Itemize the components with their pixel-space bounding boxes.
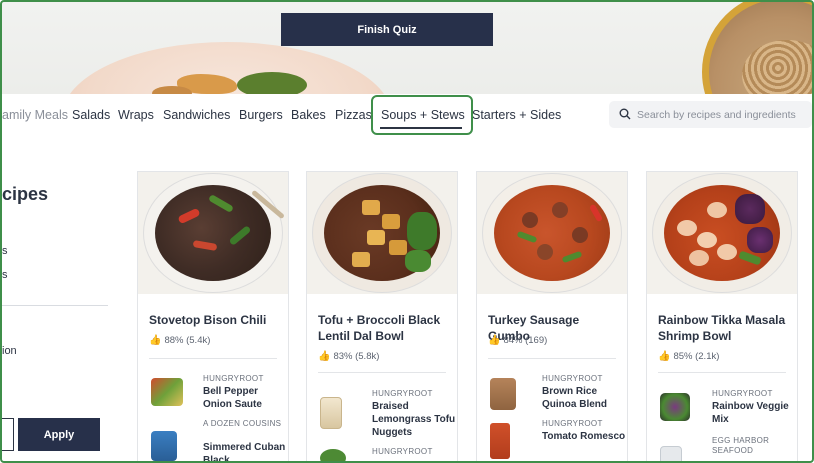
nav-item-family-meals[interactable]: amily Meals <box>2 108 68 122</box>
nav-item-bakes[interactable]: Bakes <box>291 108 326 122</box>
nav-item-starters-sides[interactable]: Starters + Sides <box>472 108 561 122</box>
recipe-image <box>647 172 797 294</box>
filter-option[interactable]: s <box>2 245 8 257</box>
hero-food-image <box>152 86 192 94</box>
nav-item-sandwiches[interactable]: Sandwiches <box>163 108 230 122</box>
nav-item-pizzas[interactable]: Pizzas <box>335 108 372 122</box>
clear-filters-button[interactable] <box>2 418 14 451</box>
thumbs-up-icon: 👍 <box>488 335 501 346</box>
recipe-rating: 👍 83% (5.8k) <box>318 351 380 362</box>
ingredient-brand: HUNGRYROOT <box>372 447 433 456</box>
ingredient-image <box>660 446 682 463</box>
ingredient-brand: HUNGRYROOT <box>542 374 603 383</box>
search-bar <box>609 101 812 128</box>
ingredient-brand: EGG HARBOR SEAFOOD <box>712 436 770 455</box>
ingredient-name: Braised Lemongrass Tofu Nuggets <box>372 401 456 438</box>
filter-panel-title: cipes <box>2 184 49 204</box>
ingredient-brand: HUNGRYROOT <box>542 419 603 428</box>
nav-item-burgers[interactable]: Burgers <box>239 108 283 122</box>
ingredient-name: Rainbow Veggie Mix <box>712 401 789 425</box>
recipe-title[interactable]: Rainbow Tikka Masala Shrimp Bowl <box>658 312 793 344</box>
recipe-card[interactable]: Tofu + Broccoli Black Lentil Dal Bowl 👍 … <box>306 171 458 463</box>
search-input[interactable] <box>637 106 807 123</box>
hero-food-image <box>237 72 307 94</box>
filter-option[interactable]: ion <box>2 345 17 357</box>
filter-option[interactable]: s <box>2 269 8 281</box>
recipe-image <box>307 172 457 294</box>
recipe-card[interactable]: Rainbow Tikka Masala Shrimp Bowl 👍 85% (… <box>646 171 798 463</box>
recipe-title[interactable]: Tofu + Broccoli Black Lentil Dal Bowl <box>318 312 453 344</box>
thumbs-up-icon: 👍 <box>149 335 162 346</box>
filter-divider <box>2 305 108 306</box>
recipe-rating: 👍 84% (169) <box>488 335 548 346</box>
ingredient-name: Brown Rice Quinoa Blend <box>542 386 607 410</box>
ingredient-brand: HUNGRYROOT <box>203 374 264 383</box>
ingredient-brand: A DOZEN COUSINS <box>203 419 282 428</box>
ingredient-name: Simmered Cuban Black <box>203 442 286 463</box>
ingredient-image <box>490 378 516 410</box>
recipe-image <box>477 172 627 294</box>
nav-item-salads[interactable]: Salads <box>72 108 110 122</box>
ingredient-image <box>660 393 690 421</box>
ingredient-image <box>490 423 510 459</box>
ingredient-image <box>320 397 342 429</box>
highlight-box <box>371 95 473 135</box>
finish-quiz-button[interactable]: Finish Quiz <box>281 13 493 46</box>
recipe-image <box>138 172 288 294</box>
ingredient-image <box>151 378 183 406</box>
hero-banner: Finish Quiz <box>2 2 812 94</box>
recipe-rating: 👍 85% (2.1k) <box>658 351 720 362</box>
ingredient-brand: HUNGRYROOT <box>372 389 433 398</box>
ingredient-image <box>320 449 346 463</box>
ingredient-brand: HUNGRYROOT <box>712 389 773 398</box>
recipe-rating: 👍 88% (5.4k) <box>149 335 211 346</box>
thumbs-up-icon: 👍 <box>658 351 671 362</box>
nav-item-wraps[interactable]: Wraps <box>118 108 154 122</box>
ingredient-name: Tomato Romesco <box>542 431 626 442</box>
ingredient-name: Bell Pepper Onion Saute <box>203 386 262 410</box>
ingredient-image <box>151 431 177 461</box>
recipe-card[interactable]: Turkey Sausage Gumbo 👍 84% (169) HUNGRYR… <box>476 171 628 463</box>
thumbs-up-icon: 👍 <box>318 351 331 362</box>
apply-filters-button[interactable]: Apply <box>18 418 100 451</box>
search-icon <box>619 108 631 120</box>
recipe-title[interactable]: Stovetop Bison Chili <box>149 312 284 328</box>
recipe-card[interactable]: Stovetop Bison Chili 👍 88% (5.4k) HUNGRY… <box>137 171 289 463</box>
